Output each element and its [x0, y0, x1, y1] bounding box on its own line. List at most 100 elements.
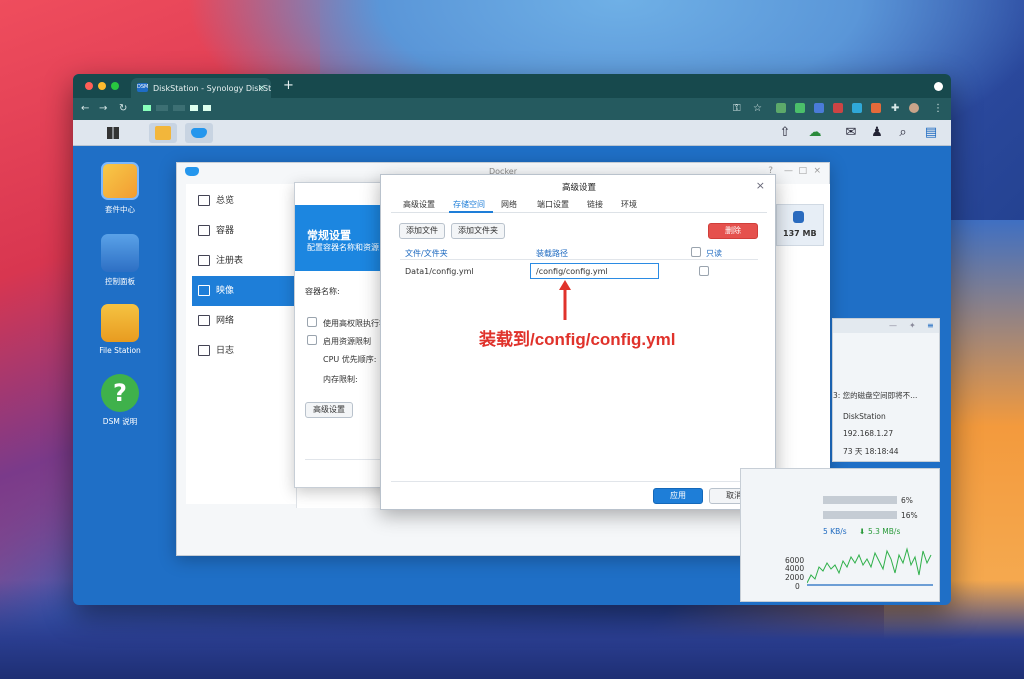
extension-icon[interactable]: [795, 103, 805, 113]
add-file-button[interactable]: 添加文件: [399, 223, 445, 239]
desktop-icon-package-center[interactable]: 套件中心: [90, 162, 150, 215]
download-speed: 5.3 MB/s: [868, 527, 901, 536]
general-settings-subtitle: 配置容器名称和资源: [307, 243, 379, 252]
column-readonly[interactable]: 只读: [706, 248, 722, 259]
mount-path-input[interactable]: /config/config.yml: [530, 263, 659, 279]
navigation-bar: ← → ↻ ⚿ ☆ ✚ ⋮: [73, 98, 951, 120]
tab-network[interactable]: 网络: [501, 199, 517, 210]
widgets-icon[interactable]: ▤: [923, 125, 939, 141]
avatar[interactable]: [909, 103, 919, 113]
tab-advanced[interactable]: 高级设置: [403, 199, 435, 210]
grid-icon: [107, 127, 119, 139]
close-tab-icon[interactable]: ×: [258, 83, 265, 92]
high-privilege-label: 使用高权限执行容: [323, 319, 387, 328]
puzzle-icon[interactable]: ✚: [891, 103, 899, 114]
column-mount-path[interactable]: 装载路径: [536, 248, 568, 259]
extension-icon[interactable]: [871, 103, 881, 113]
pin-icon[interactable]: ✦: [909, 321, 916, 330]
close-icon[interactable]: ×: [756, 179, 765, 192]
active-tab-indicator: [449, 211, 493, 213]
key-icon[interactable]: ⚿: [733, 103, 741, 114]
widget-menu-icon[interactable]: ≡: [927, 321, 934, 330]
apply-button[interactable]: 应用: [653, 488, 703, 504]
upload-icon[interactable]: ⇧: [777, 125, 793, 141]
resource-monitor-widget: 6% 16% 5 KB/s ⬇ 5.3 MB/s 6000 4000 2000 …: [740, 468, 940, 602]
control-panel-icon: [101, 234, 139, 272]
uptime: 73 天 18:18:44: [843, 447, 899, 456]
minimize-icon[interactable]: —: [889, 321, 897, 330]
table-header: 文件/文件夹 装载路径 只读: [400, 246, 758, 260]
extension-icon[interactable]: [852, 103, 862, 113]
cloud-sync-icon[interactable]: ☁: [807, 125, 823, 141]
file-station-icon: [101, 304, 139, 342]
new-tab-button[interactable]: +: [283, 78, 294, 93]
general-settings-title: 常规设置: [307, 229, 351, 242]
maximize-icon[interactable]: □: [798, 166, 807, 176]
desktop-icon-file-station[interactable]: File Station: [90, 304, 150, 355]
back-arrow-icon[interactable]: ←: [81, 103, 89, 114]
minimize-icon[interactable]: —: [784, 166, 793, 176]
close-window-button[interactable]: [85, 82, 93, 90]
readonly-checkbox[interactable]: [699, 266, 709, 276]
sidebar-item-image[interactable]: 映像: [192, 276, 296, 306]
add-folder-button[interactable]: 添加文件夹: [451, 223, 505, 239]
sidebar-item-overview[interactable]: 总览: [192, 186, 296, 216]
storage-value: 137 MB: [783, 229, 817, 238]
address-bar[interactable]: [143, 103, 263, 115]
tab-storage[interactable]: 存储空间: [453, 199, 485, 210]
chat-icon[interactable]: ✉: [843, 125, 859, 141]
container-name-label: 容器名称:: [305, 287, 340, 296]
tab-environment[interactable]: 环境: [621, 199, 637, 210]
browser-tab[interactable]: DSM DiskStation - Synology DiskSta ×: [131, 78, 271, 98]
readonly-all-checkbox[interactable]: [691, 247, 701, 257]
widget-header: — ✦ ≡: [833, 319, 939, 333]
profile-dot-icon[interactable]: [934, 82, 943, 91]
docker-taskbar-button[interactable]: [185, 123, 213, 143]
sidebar-item-label: 网络: [216, 316, 235, 326]
column-file[interactable]: 文件/文件夹: [405, 248, 448, 259]
desktop-icon-dsm-help[interactable]: ? DSM 说明: [90, 374, 150, 427]
forward-arrow-icon[interactable]: →: [99, 103, 107, 114]
search-icon[interactable]: ⌕: [895, 125, 911, 141]
sidebar-item-log[interactable]: 日志: [192, 336, 296, 366]
close-icon[interactable]: ×: [813, 166, 821, 176]
delete-button[interactable]: 删除: [708, 223, 758, 239]
sidebar-item-label: 总览: [216, 196, 235, 206]
package-center-taskbar-button[interactable]: [149, 123, 177, 143]
cpu-usage-text: 6%: [901, 496, 913, 505]
user-icon[interactable]: ♟: [869, 125, 885, 141]
network-icon: [198, 315, 210, 326]
network-chart: [807, 547, 933, 586]
tab-links[interactable]: 链接: [587, 199, 603, 210]
resource-limit-checkbox[interactable]: [307, 335, 317, 345]
storage-summary: 137 MB: [776, 204, 824, 246]
more-menu-icon[interactable]: ⋮: [933, 103, 943, 114]
dsm-favicon-icon: DSM: [137, 83, 149, 92]
main-menu-button[interactable]: [99, 123, 127, 143]
bookmark-star-icon[interactable]: ☆: [753, 103, 762, 114]
ram-usage-bar: [823, 511, 897, 519]
download-series-line: [807, 547, 932, 584]
lock-icon: [143, 104, 151, 111]
sidebar-item-label: 容器: [216, 226, 235, 236]
high-privilege-checkbox[interactable]: [307, 317, 317, 327]
desktop-icon-label: DSM 说明: [102, 417, 138, 426]
reload-icon[interactable]: ↻: [119, 103, 127, 114]
server-ip: 192.168.1.27: [843, 429, 894, 438]
extension-icon[interactable]: [833, 103, 843, 113]
extension-icon[interactable]: [814, 103, 824, 113]
desktop-icon-control-panel[interactable]: 控制面板: [90, 234, 150, 287]
advanced-settings-button[interactable]: 高级设置: [305, 402, 353, 418]
chart-tick: 0: [795, 582, 800, 591]
tab-port-settings[interactable]: 端口设置: [537, 199, 569, 210]
extension-icon[interactable]: [776, 103, 786, 113]
maximize-window-button[interactable]: [111, 82, 119, 90]
sidebar-item-container[interactable]: 容器: [192, 216, 296, 246]
minimize-window-button[interactable]: [98, 82, 106, 90]
red-arrow-icon: [559, 280, 571, 320]
docker-icon: [191, 128, 207, 138]
sidebar-item-registry[interactable]: 注册表: [192, 246, 296, 276]
sidebar-item-network[interactable]: 网络: [192, 306, 296, 336]
cpu-usage-bar: [823, 496, 897, 504]
package-center-icon: [155, 126, 171, 140]
